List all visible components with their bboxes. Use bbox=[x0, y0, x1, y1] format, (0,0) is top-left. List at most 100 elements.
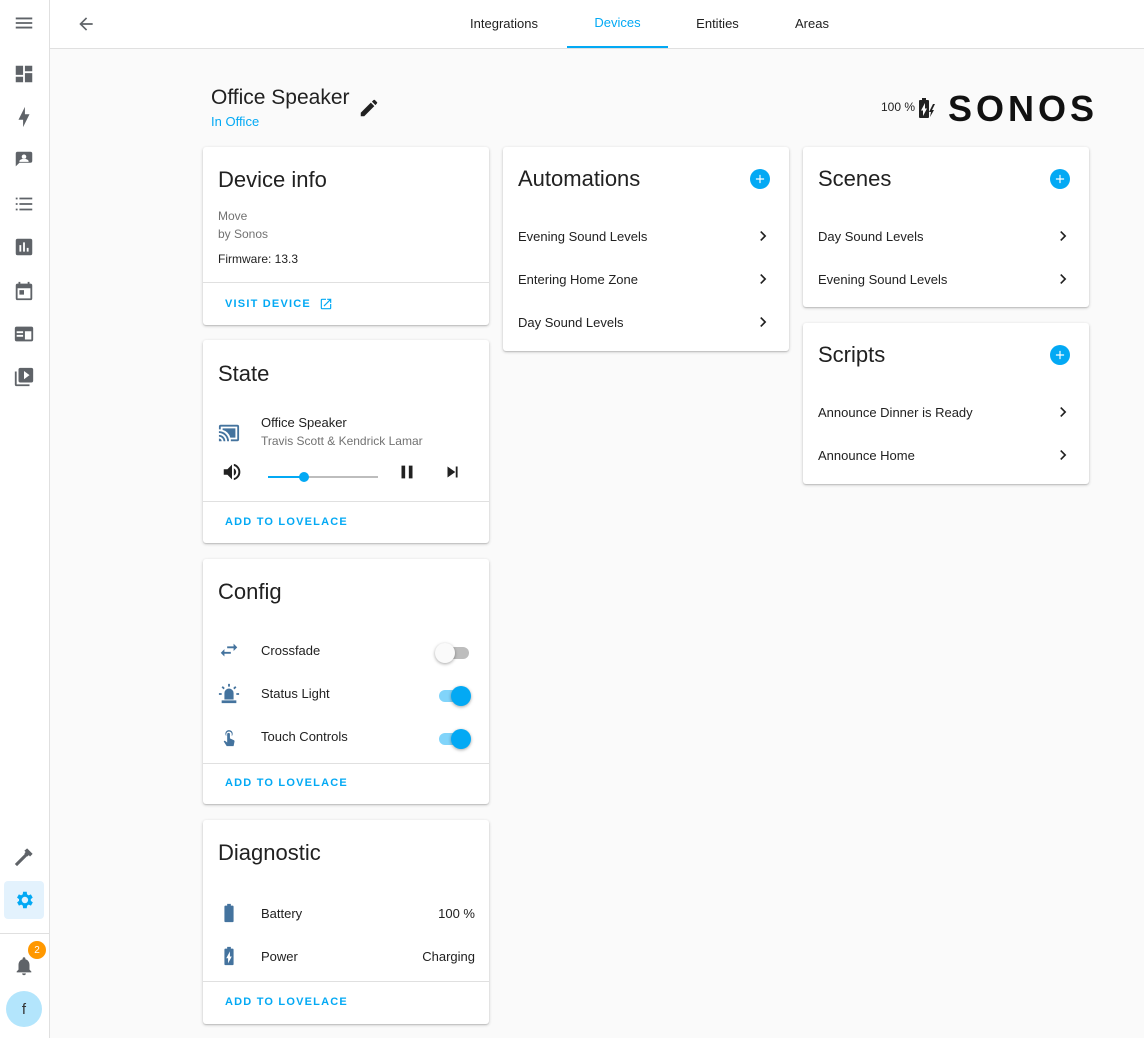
list-item-label: Evening Sound Levels bbox=[518, 228, 648, 244]
sidebar-item-settings[interactable] bbox=[4, 881, 44, 919]
open-in-new-icon bbox=[320, 298, 332, 310]
shuffle-icon bbox=[218, 640, 240, 662]
chevron-right-icon bbox=[1053, 269, 1073, 289]
list-item-label: Entering Home Zone bbox=[518, 271, 638, 287]
card-title: Automations bbox=[518, 166, 641, 191]
top-bar: Integrations Devices Entities Areas bbox=[50, 0, 1144, 49]
list-item-label: Announce Home bbox=[818, 447, 915, 463]
touch-controls-toggle[interactable] bbox=[437, 727, 471, 749]
device-info-card: Device info Move by Sonos Firmware: 13.3… bbox=[203, 147, 489, 325]
config-card: Config Crossfade Status Light Touch Cont… bbox=[203, 559, 489, 804]
avatar[interactable]: f bbox=[6, 991, 42, 1027]
dashboard-icon bbox=[15, 65, 33, 83]
brand-logo: SONOS bbox=[948, 88, 1099, 129]
card-divider bbox=[203, 501, 489, 502]
menu-button[interactable] bbox=[4, 4, 44, 42]
volume-button[interactable] bbox=[221, 461, 243, 483]
toggle-knob bbox=[451, 729, 471, 749]
config-status-light-label: Status Light bbox=[261, 686, 330, 701]
media-player-name[interactable]: Office Speaker bbox=[261, 415, 347, 430]
hammer-icon bbox=[14, 848, 33, 867]
list-item[interactable]: Day Sound Levels bbox=[818, 224, 1073, 248]
list-item-label: Day Sound Levels bbox=[818, 228, 924, 244]
volume-slider[interactable] bbox=[268, 471, 378, 483]
add-scene-button[interactable] bbox=[1050, 169, 1070, 189]
play-box-multiple-icon bbox=[14, 367, 34, 387]
scenes-card: Scenes Day Sound Levels Evening Sound Le… bbox=[803, 147, 1089, 307]
diagnostic-battery-value: 100 % bbox=[438, 906, 475, 921]
add-script-button[interactable] bbox=[1050, 345, 1070, 365]
list-item-label: Evening Sound Levels bbox=[818, 271, 948, 287]
config-crossfade-label: Crossfade bbox=[261, 643, 321, 658]
state-card: State Office Speaker Travis Scott & Kend… bbox=[203, 340, 489, 543]
battery-icon bbox=[218, 902, 240, 924]
next-track-button[interactable] bbox=[442, 461, 464, 483]
add-to-lovelace-button[interactable]: ADD TO LOVELACE bbox=[225, 777, 348, 789]
device-area-link[interactable]: In Office bbox=[211, 114, 259, 129]
sidebar-item-media[interactable] bbox=[4, 358, 44, 396]
crossfade-toggle[interactable] bbox=[435, 641, 471, 663]
tab-entities[interactable]: Entities bbox=[680, 0, 755, 48]
list-item[interactable]: Announce Dinner is Ready bbox=[818, 400, 1073, 424]
chevron-right-icon bbox=[753, 226, 773, 246]
battery-charging-icon bbox=[914, 96, 938, 120]
add-to-lovelace-button[interactable]: ADD TO LOVELACE bbox=[225, 996, 348, 1008]
card-divider bbox=[203, 763, 489, 764]
diagnostic-power-value: Charging bbox=[422, 949, 475, 964]
list-item[interactable]: Announce Home bbox=[818, 443, 1073, 467]
pause-button[interactable] bbox=[396, 461, 418, 483]
sidebar-item-calendar[interactable] bbox=[4, 272, 44, 310]
sidebar-item-history[interactable] bbox=[4, 228, 44, 266]
add-to-lovelace-button[interactable]: ADD TO LOVELACE bbox=[225, 516, 348, 528]
back-button[interactable] bbox=[74, 12, 98, 36]
format-list-icon bbox=[15, 197, 33, 211]
tab-integrations[interactable]: Integrations bbox=[454, 0, 554, 48]
card-divider bbox=[203, 282, 489, 283]
list-item[interactable]: Evening Sound Levels bbox=[518, 224, 773, 248]
chevron-right-icon bbox=[753, 269, 773, 289]
add-automation-button[interactable] bbox=[750, 169, 770, 189]
notification-badge: 2 bbox=[28, 941, 46, 959]
chevron-right-icon bbox=[1053, 402, 1073, 422]
list-item[interactable]: Evening Sound Levels bbox=[818, 267, 1073, 291]
tab-areas[interactable]: Areas bbox=[782, 0, 842, 48]
store-icon bbox=[14, 326, 34, 342]
volume-high-icon bbox=[223, 463, 241, 481]
sidebar-item-overview[interactable] bbox=[4, 55, 44, 93]
diagnostic-battery-label: Battery bbox=[261, 906, 303, 921]
visit-device-label: VISIT DEVICE bbox=[225, 298, 311, 310]
card-title: Config bbox=[218, 579, 282, 604]
gear-icon bbox=[17, 891, 33, 909]
sidebar-item-notifications[interactable]: 2 bbox=[4, 941, 46, 985]
sidebar-item-map[interactable] bbox=[4, 141, 44, 179]
volume-slider-thumb[interactable] bbox=[299, 472, 310, 482]
sidebar-item-hacs[interactable] bbox=[4, 315, 44, 353]
status-light-toggle[interactable] bbox=[437, 684, 471, 706]
visit-device-button[interactable]: VISIT DEVICE bbox=[225, 297, 333, 311]
arrow-left-icon bbox=[79, 17, 93, 31]
media-title: Travis Scott & Kendrick Lamar bbox=[261, 434, 423, 448]
sidebar-item-energy[interactable] bbox=[4, 98, 44, 136]
tab-devices[interactable]: Devices bbox=[567, 0, 668, 48]
skip-next-icon bbox=[447, 466, 458, 478]
sidebar-item-developer-tools[interactable] bbox=[4, 838, 44, 876]
toggle-knob bbox=[435, 643, 455, 663]
pencil-icon bbox=[360, 99, 378, 117]
diagnostic-card: Diagnostic Battery 100 % Power Charging … bbox=[203, 820, 489, 1024]
sidebar-divider bbox=[0, 933, 50, 934]
chart-box-icon bbox=[15, 238, 33, 256]
list-item[interactable]: Entering Home Zone bbox=[518, 267, 773, 291]
sidebar-item-logbook[interactable] bbox=[4, 185, 44, 223]
edit-device-button[interactable] bbox=[358, 97, 380, 119]
scripts-card: Scripts Announce Dinner is Ready Announc… bbox=[803, 323, 1089, 484]
chevron-right-icon bbox=[753, 312, 773, 332]
automations-card: Automations Evening Sound Levels Enterin… bbox=[503, 147, 789, 351]
list-item[interactable]: Day Sound Levels bbox=[518, 310, 773, 334]
toggle-knob bbox=[451, 686, 471, 706]
alarm-light-icon bbox=[218, 683, 240, 705]
chevron-right-icon bbox=[1053, 226, 1073, 246]
menu-icon bbox=[15, 17, 33, 29]
bell-icon bbox=[16, 957, 32, 976]
device-name: Office Speaker bbox=[211, 86, 350, 109]
gesture-tap-icon bbox=[218, 726, 240, 748]
